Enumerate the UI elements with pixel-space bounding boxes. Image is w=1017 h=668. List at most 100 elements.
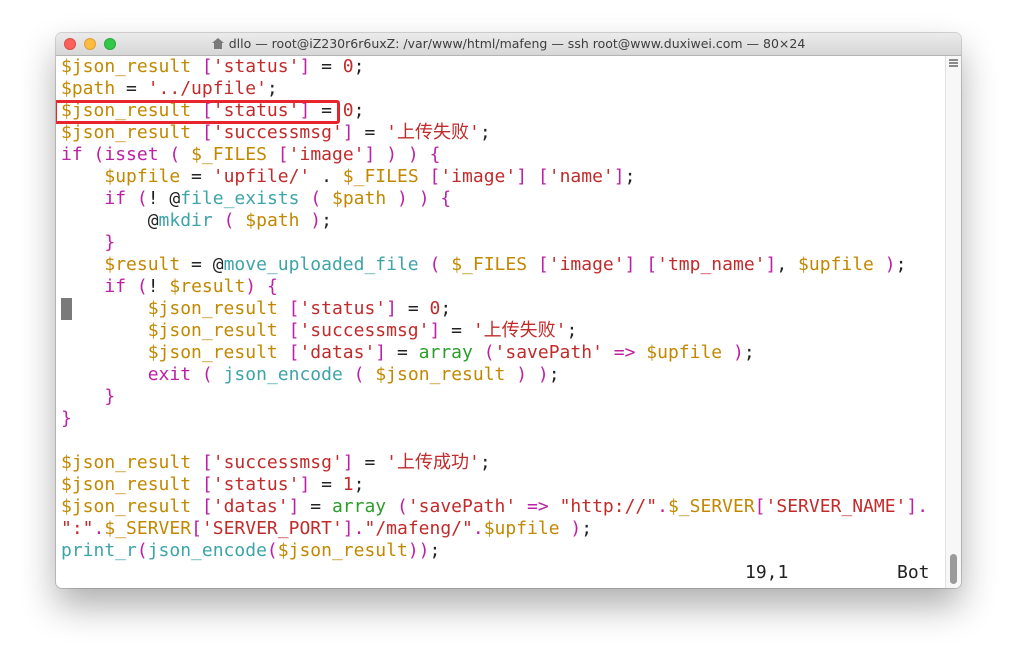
code-token: [	[288, 320, 300, 341]
code-token: [	[201, 122, 213, 143]
code-token: "http://"	[559, 496, 658, 517]
code-token: 'successmsg'	[299, 320, 430, 341]
code-line: $json_result ['datas'] = array ('savePat…	[61, 496, 928, 518]
code-line: $result = @move_uploaded_file ( $_FILES …	[61, 254, 906, 276]
code-token: [	[288, 298, 300, 319]
window-title-group: dllo — root@iZ230r6r6uxZ: /var/www/html/…	[211, 33, 805, 55]
code-token: ]	[364, 144, 376, 165]
code-token: file_exists	[180, 188, 300, 209]
code-line: $upfile = 'upfile/' . $_FILES ['image'] …	[61, 166, 635, 188]
code-token: ;	[895, 254, 907, 275]
code-token: ]	[375, 342, 387, 363]
code-token: ;	[266, 78, 278, 99]
code-token: {	[429, 144, 441, 165]
code-token: .	[917, 496, 929, 517]
code-token: isset	[104, 144, 159, 165]
code-token: )	[407, 144, 419, 165]
code-token: =>	[527, 496, 549, 517]
code-token: [	[201, 56, 213, 77]
code-token: 'datas'	[212, 496, 289, 517]
code-token: )	[310, 210, 322, 231]
code-token: $path	[332, 188, 387, 209]
code-token: 'datas'	[299, 342, 376, 363]
code-token: (	[136, 188, 148, 209]
code-token: $upfile	[646, 342, 723, 363]
code-token: =	[299, 496, 332, 517]
code-token: {	[266, 276, 278, 297]
scrollbar[interactable]	[945, 56, 961, 588]
scroll-position: Bot	[897, 562, 930, 583]
code-token: )	[418, 188, 430, 209]
code-token: ;	[743, 342, 755, 363]
code-token: =>	[613, 342, 636, 363]
code-line: $json_result ['successmsg'] = '上传成功';	[61, 452, 491, 474]
code-token: [	[537, 166, 549, 187]
code-token: if	[61, 144, 83, 165]
code-token: =	[440, 320, 473, 341]
code-line: $json_result ['successmsg'] = '上传失败';	[61, 122, 491, 144]
title-bar[interactable]: dllo — root@iZ230r6r6uxZ: /var/www/html/…	[56, 33, 961, 56]
code-token: }	[104, 386, 116, 407]
code-token: $result	[104, 254, 181, 275]
code-line: $path = '../upfile';	[61, 78, 278, 100]
code-line: print_r(json_encode($json_result));	[61, 540, 440, 562]
code-token: $path	[245, 210, 300, 231]
code-token: ;	[353, 56, 365, 77]
code-token: }	[104, 232, 116, 253]
code-token: ;	[566, 320, 578, 341]
minimize-button[interactable]	[84, 38, 96, 50]
code-token: ]	[342, 122, 354, 143]
code-token: ]	[906, 496, 918, 517]
code-token: =	[180, 166, 213, 187]
code-token: (	[93, 144, 105, 165]
code-token: =	[310, 56, 343, 77]
cursor-position: 19,1	[745, 562, 789, 583]
code-token: ;	[353, 100, 365, 121]
code-token: ;	[581, 518, 593, 539]
code-token: print_r	[61, 540, 137, 561]
code-token: =	[353, 122, 387, 143]
code-token: ]	[288, 496, 300, 517]
code-token: @	[61, 210, 159, 231]
code-token: .	[472, 518, 484, 539]
code-token: 'upfile/'	[212, 166, 311, 187]
code-token: ;	[624, 166, 636, 187]
code-token: =	[353, 452, 387, 473]
code-token: [	[191, 518, 202, 539]
code-token: 'image'	[548, 254, 625, 275]
code-token: 'SERVER_NAME'	[765, 496, 907, 517]
scrollbar-thumb[interactable]	[950, 554, 957, 584]
code-line: if (! $result) {	[61, 276, 278, 298]
code-token: )	[537, 364, 549, 385]
code-token: [	[754, 496, 766, 517]
code-token: $path	[61, 78, 116, 99]
code-token: json_encode	[223, 364, 343, 385]
code-line: }	[61, 232, 115, 254]
code-token: 'status'	[212, 56, 300, 77]
code-token: [	[537, 254, 549, 275]
code-token: (	[353, 364, 365, 385]
code-token: 'tmp_name'	[657, 254, 766, 275]
code-token: $upfile	[104, 166, 181, 187]
code-token: .	[93, 518, 105, 539]
code-line: $json_result ['status'] = 1;	[61, 474, 364, 496]
code-token: ,	[776, 254, 799, 275]
zoom-button[interactable]	[104, 38, 116, 50]
terminal-content[interactable]: $json_result ['status'] = 0; $path = '../…	[56, 56, 946, 588]
code-token: $_SERVER	[667, 496, 755, 517]
close-button[interactable]	[64, 38, 76, 50]
menu-lines-icon[interactable]	[949, 59, 958, 67]
